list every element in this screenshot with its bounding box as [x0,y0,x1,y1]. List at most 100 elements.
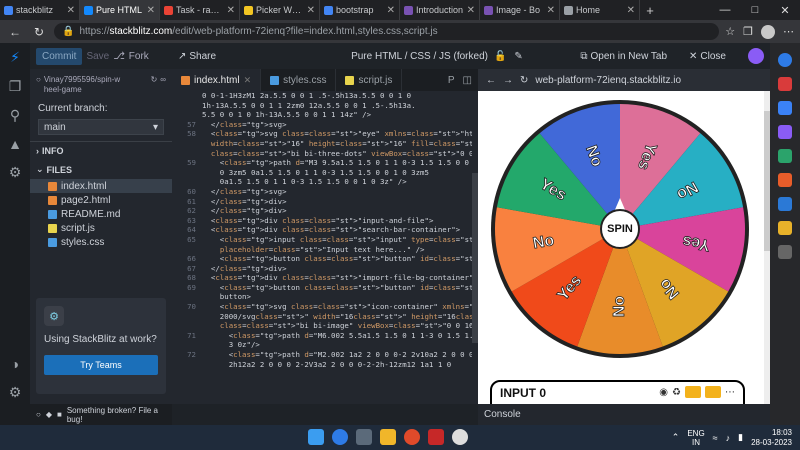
discord-icon[interactable]: ■ [57,410,62,419]
star-icon[interactable]: ☆ [725,25,735,38]
wallet-icon[interactable] [778,221,792,235]
collections-icon[interactable]: ❐ [743,25,753,38]
theme-toggle-icon[interactable]: ◑ [11,356,19,372]
browser-tab[interactable]: bootstrap ✕ [320,0,400,20]
file-item[interactable]: page2.html [30,193,172,207]
tab-close-icon[interactable]: ✕ [627,5,635,16]
tab-close-icon[interactable]: ✕ [227,5,235,16]
language-indicator[interactable]: ENG IN [687,429,704,447]
taskview-icon[interactable] [356,429,372,445]
more-dots-icon[interactable]: ⋯ [725,387,735,398]
windows-start-icon[interactable] [308,429,324,445]
reload-icon[interactable]: ↻ [520,75,528,86]
image-button[interactable] [705,386,721,398]
user-avatar[interactable] [748,48,764,64]
drop-icon[interactable] [778,197,792,211]
preview-url[interactable]: web-platform-72ienq.stackblitz.io [535,75,681,86]
reload-icon[interactable]: ↻ [30,25,48,39]
office-icon[interactable] [778,149,792,163]
more-icon[interactable]: ⋯ [783,25,794,38]
lightning-icon[interactable]: ⚡ [10,49,20,66]
settings-gear-icon[interactable]: ⚙ [9,164,22,181]
open-new-tab-button[interactable]: ⧉ Open in New Tab [580,51,667,62]
eye-icon[interactable]: ◉ [659,387,668,398]
browser-tab[interactable]: Introduction ✕ [400,0,480,20]
browser-tab[interactable]: Image - Bo ✕ [480,0,560,20]
search-icon[interactable]: ⚲ [10,107,20,124]
games-icon[interactable] [778,125,792,139]
tab-close-icon[interactable]: ✕ [307,5,315,16]
edit-pencil-icon[interactable]: ✎ [514,51,522,62]
mcafee-icon[interactable] [428,429,444,445]
format-icon[interactable]: P [448,75,455,86]
info-section[interactable]: › INFO [30,141,172,160]
chrome-icon[interactable] [404,429,420,445]
maximize-icon[interactable]: □ [740,0,770,20]
volume-icon[interactable]: ♪ [726,433,731,443]
wifi-icon[interactable]: ≈ [713,433,718,443]
tab-close-icon[interactable]: ✕ [244,75,252,86]
tab-close-icon[interactable]: ✕ [467,5,475,16]
bing-icon[interactable] [778,53,792,67]
edge-taskbar-icon[interactable] [332,429,348,445]
tab-close-icon[interactable]: ✕ [387,5,395,16]
editor-tab[interactable]: styles.css [261,69,337,91]
editor-tab[interactable]: script.js [336,69,403,91]
repo-name[interactable]: Vinay7995596/spin-wheel-game [44,75,124,95]
link-icon[interactable]: ∞ [160,75,166,84]
file-item[interactable]: script.js [30,221,172,235]
profile-avatar[interactable] [761,24,775,39]
browser-tab[interactable]: Task - ragiol ✕ [160,0,240,20]
tools-icon[interactable] [778,101,792,115]
console-panel[interactable]: Console [478,404,770,425]
split-icon[interactable]: ◫ [463,75,472,86]
close-button[interactable]: ✕ Close [689,51,726,62]
commit-button[interactable]: Commit [36,47,83,65]
tab-close-icon[interactable]: ✕ [147,5,155,16]
files-section[interactable]: ⌄ FILES [30,160,172,179]
app-icon[interactable] [452,429,468,445]
new-tab-button[interactable]: + [640,0,660,20]
tab-close-icon[interactable]: ✕ [67,5,75,16]
tab-close-icon[interactable]: ✕ [547,5,555,16]
back-icon[interactable]: ← [486,75,496,86]
files-icon[interactable]: ❐ [9,78,22,95]
twitter-icon[interactable]: ◆ [46,410,52,419]
shopping-icon[interactable] [778,77,792,91]
save-button[interactable]: Save [86,51,109,62]
browser-tab[interactable]: Pure HTML ✕ [80,0,160,20]
chevron-up-icon[interactable]: ⌃ [672,432,680,443]
spin-button[interactable]: SPIN [600,209,640,249]
file-item[interactable]: styles.css [30,235,172,249]
browser-tab[interactable]: stackblitz ✕ [0,0,80,20]
share-button[interactable]: ↗ Share [178,51,216,62]
back-icon[interactable]: ← [6,25,24,39]
recycle-icon[interactable]: ♻ [672,387,681,398]
clock[interactable]: 18:03 28-03-2023 [751,428,792,448]
folder-button[interactable] [685,386,701,398]
try-teams-button[interactable]: Try Teams [44,355,158,375]
github-icon[interactable]: ○ [36,410,41,419]
extensions-icon[interactable]: ▲ [8,136,22,152]
battery-icon[interactable]: ▮ [738,432,743,443]
editor-tab[interactable]: index.html ✕ [172,69,262,91]
minimize-icon[interactable]: — [710,0,740,20]
file-item[interactable]: README.md [30,207,172,221]
add-icon[interactable] [778,245,792,259]
outlook-icon[interactable] [778,173,792,187]
fork-button[interactable]: Fork [129,51,149,62]
browser-tab[interactable]: Home ✕ [560,0,640,20]
forward-icon[interactable]: → [503,75,513,86]
close-window-icon[interactable]: ✕ [770,0,800,20]
file-item[interactable]: index.html [30,179,172,193]
url-field[interactable]: 🔒 https://stackblitz.com/edit/web-platfo… [54,23,720,40]
explorer-icon[interactable] [380,429,396,445]
spin-wheel[interactable]: Yes No Yes No No Yes No Yes No SPIN [489,98,751,360]
settings-bottom-icon[interactable]: ⚙ [9,384,22,401]
sync-icon[interactable]: ↻ [151,75,158,84]
code-editor[interactable]: 0 0-1-1H3zM1 2a.5.5 0 0 1 .5-.5h13a.5.5 … [172,91,478,404]
browser-tab[interactable]: Picker Wheel✕ [240,0,320,20]
bug-report-link[interactable]: Something broken? File a bug! [67,406,172,424]
lock-project-icon[interactable]: 🔓 [494,51,506,62]
branch-select[interactable]: main ▾ [38,119,164,135]
